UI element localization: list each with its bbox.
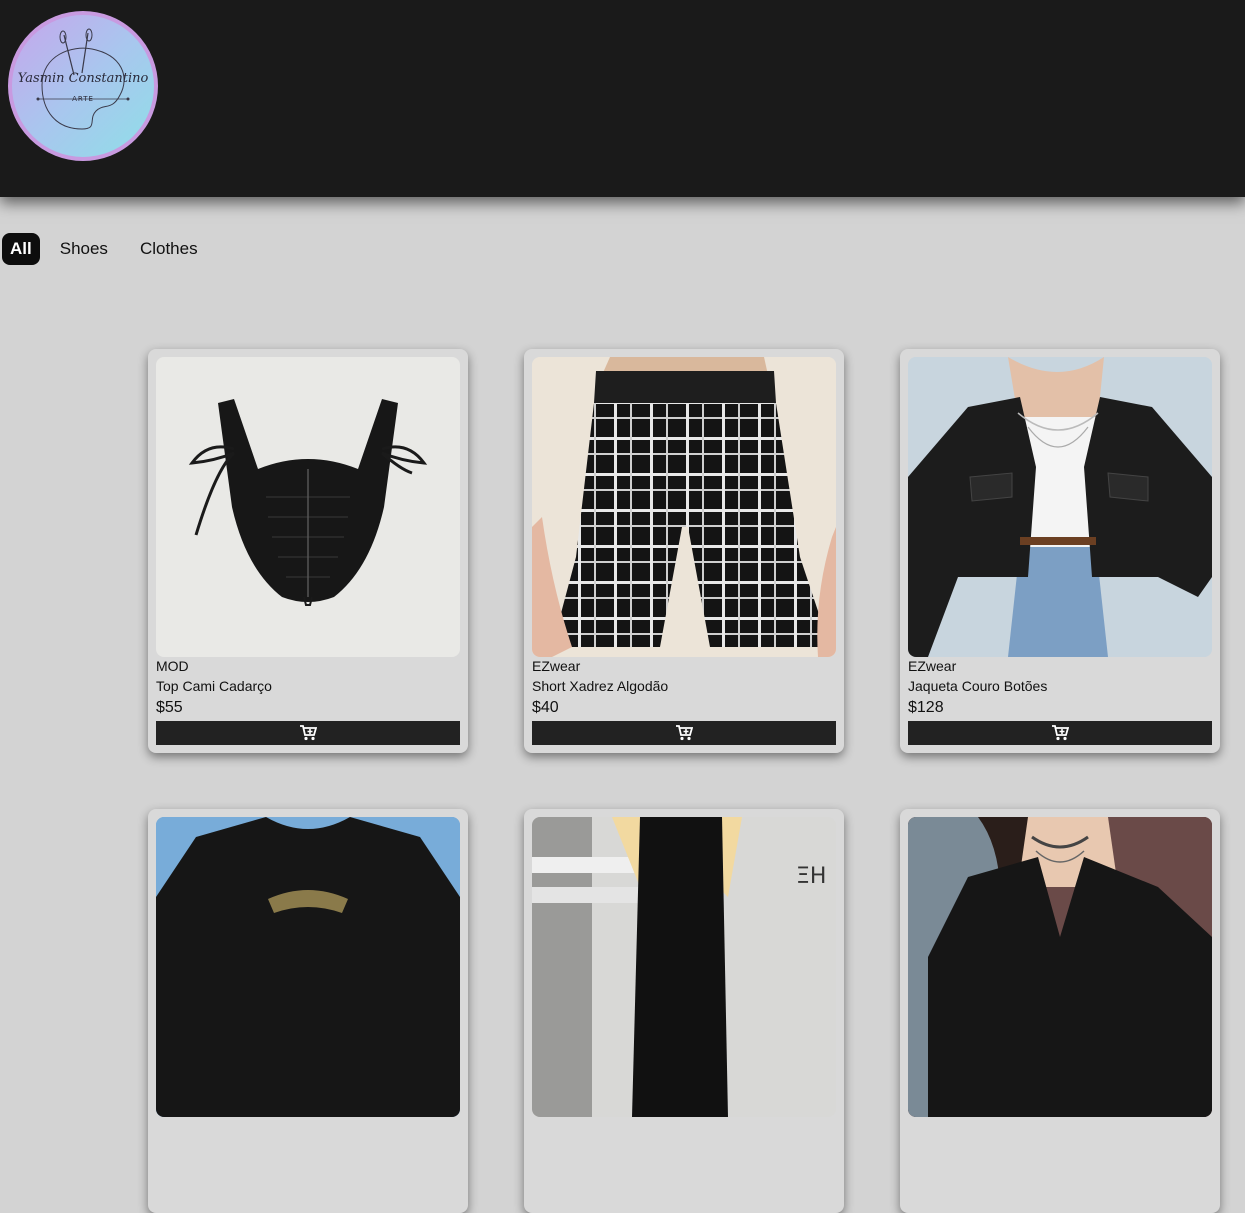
graphic-tshirt-image	[156, 817, 460, 1117]
add-to-cart-button[interactable]	[156, 721, 460, 745]
product-card[interactable]: MOD Top Cami Cadarço $55	[148, 349, 468, 753]
add-to-cart-button[interactable]	[532, 721, 836, 745]
product-image[interactable]: ΞH	[532, 817, 836, 1117]
filter-shoes-button[interactable]: Shoes	[48, 233, 120, 265]
product-card[interactable]: ΞH	[524, 809, 844, 1213]
product-card[interactable]: EZwear Jaqueta Couro Botões $128	[900, 349, 1220, 753]
leather-jacket-model-image	[908, 817, 1212, 1117]
product-image[interactable]	[532, 357, 836, 657]
product-image[interactable]	[156, 357, 460, 657]
product-image[interactable]	[156, 817, 460, 1117]
add-to-cart-button[interactable]	[908, 721, 1212, 745]
filter-clothes-button[interactable]: Clothes	[128, 233, 210, 265]
logo-subtitle: ARTE	[72, 95, 94, 103]
product-price: $128	[908, 699, 944, 716]
palette-brushes-icon	[36, 28, 130, 130]
product-card[interactable]: EZwear Short Xadrez Algodão $40	[524, 349, 844, 753]
site-header: Yasmin Constantino ARTE	[0, 0, 1245, 197]
product-image[interactable]	[908, 817, 1212, 1117]
logo-name: Yasmin Constantino	[17, 71, 149, 86]
svg-text:ΞH: ΞH	[796, 864, 826, 889]
product-card[interactable]	[900, 809, 1220, 1213]
black-pants-image: ΞH	[532, 817, 836, 1117]
brand-logo[interactable]: Yasmin Constantino ARTE	[8, 11, 158, 161]
product-brand: EZwear	[908, 658, 957, 674]
filter-all-button[interactable]: All	[2, 233, 40, 265]
plaid-shorts-image	[532, 357, 836, 657]
product-name: Short Xadrez Algodão	[532, 678, 669, 694]
product-name: Top Cami Cadarço	[156, 678, 272, 694]
leather-jacket-image	[908, 357, 1212, 657]
product-image[interactable]	[908, 357, 1212, 657]
product-brand: EZwear	[532, 658, 581, 674]
add-to-cart-icon	[1052, 725, 1069, 741]
product-price: $55	[156, 699, 183, 716]
add-to-cart-icon	[300, 725, 317, 741]
product-brand: MOD	[156, 658, 189, 674]
add-to-cart-icon	[676, 725, 693, 741]
category-filters: All Shoes Clothes	[2, 233, 218, 265]
product-card[interactable]	[148, 809, 468, 1213]
product-name: Jaqueta Couro Botões	[908, 678, 1048, 694]
corset-top-image	[188, 399, 428, 606]
product-price: $40	[532, 699, 559, 716]
